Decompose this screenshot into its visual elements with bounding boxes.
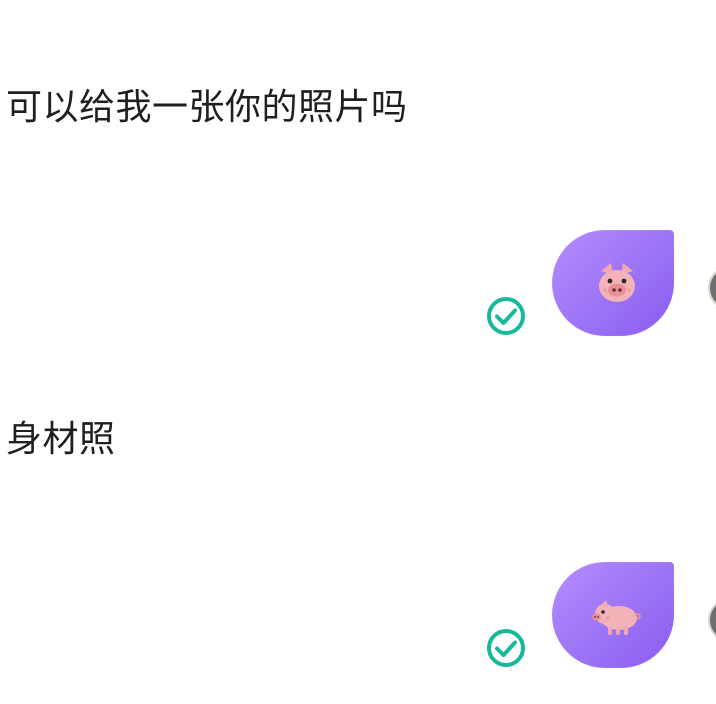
avatar[interactable] bbox=[708, 598, 716, 642]
sticker-message-bubble[interactable] bbox=[552, 562, 674, 668]
sent-message-row bbox=[476, 226, 716, 346]
received-message-text: 可以给我一张你的照片吗 bbox=[6, 87, 408, 128]
check-circle-icon bbox=[486, 628, 526, 668]
avatar[interactable] bbox=[708, 266, 716, 310]
pig-face-icon bbox=[587, 253, 647, 313]
pig-body-icon bbox=[587, 585, 647, 645]
check-circle-icon bbox=[486, 296, 526, 336]
sent-message-row bbox=[476, 558, 716, 678]
chat-thread: 可以给我一张你的照片吗 身材照 bbox=[0, 0, 716, 704]
sticker-message-bubble[interactable] bbox=[552, 230, 674, 336]
received-message-text: 身材照 bbox=[6, 419, 116, 460]
